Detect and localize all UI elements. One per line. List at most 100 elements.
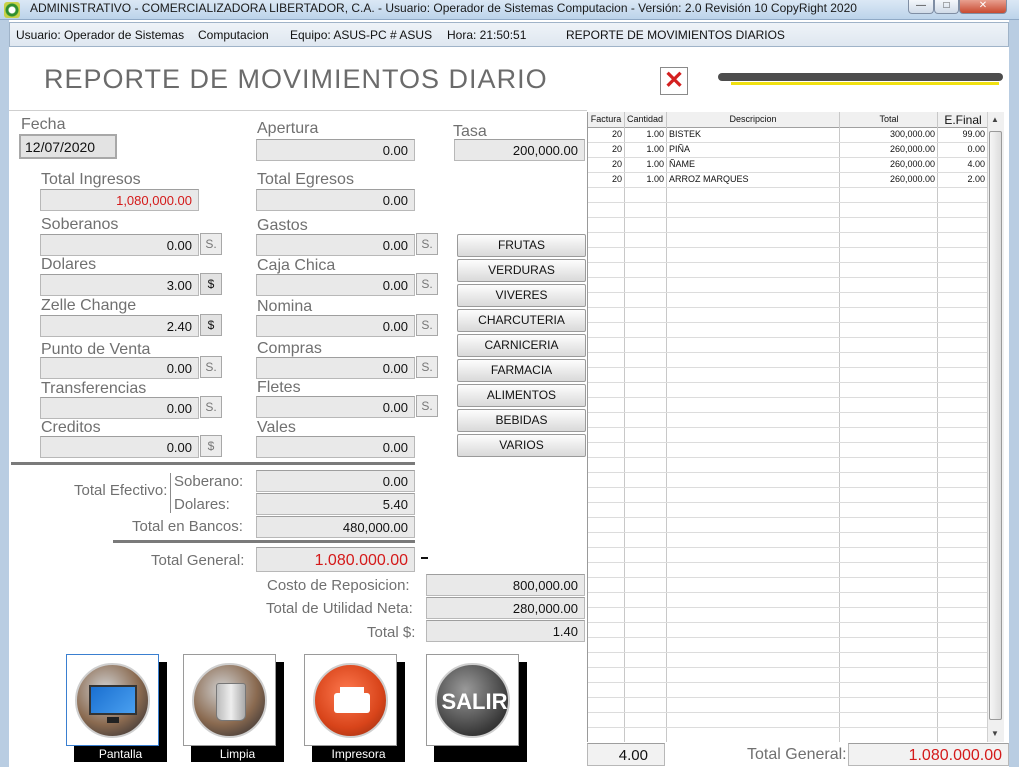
- tasa-field[interactable]: 200,000.00: [454, 139, 585, 161]
- grid-row-line: [588, 232, 987, 233]
- punto-venta-unit: S.: [200, 356, 222, 378]
- grid-row-line: [588, 202, 987, 203]
- close-icon[interactable]: ✕: [660, 67, 688, 95]
- exit-icon: SALIR: [435, 663, 510, 738]
- caja-chica-unit: S.: [416, 273, 438, 295]
- transferencias-label: Transferencias: [41, 380, 147, 397]
- movements-grid[interactable]: Factura Cantidad Descripcion Total E.Fin…: [587, 112, 987, 742]
- punto-venta-field[interactable]: 0.00: [40, 357, 199, 379]
- grid-header-total[interactable]: Total: [840, 114, 938, 124]
- total-bancos-label: Total en Bancos:: [132, 518, 243, 535]
- status-user: Usuario: Operador de Sistemas: [16, 28, 185, 42]
- dolares-total-field[interactable]: 5.40: [256, 493, 415, 515]
- category-button-frutas[interactable]: FRUTAS: [457, 234, 586, 257]
- salir-button[interactable]: SALIR: [426, 654, 519, 746]
- grid-header-descripcion[interactable]: Descripcion: [666, 114, 840, 124]
- gastos-label: Gastos: [257, 217, 308, 234]
- category-button-farmacia[interactable]: FARMACIA: [457, 359, 586, 382]
- grid-header-efinal[interactable]: E.Final: [938, 113, 987, 127]
- soberano-label: Soberano:: [174, 473, 244, 490]
- grid-row-line: [588, 517, 987, 518]
- grid-row-line: [588, 292, 987, 293]
- utilidad-neta-field[interactable]: 280,000.00: [426, 597, 585, 619]
- zelle-field[interactable]: 2.40: [40, 315, 199, 337]
- creditos-field[interactable]: 0.00: [40, 436, 199, 458]
- total-efectivo-label: Total Efectivo:: [74, 482, 168, 499]
- pantalla-button[interactable]: [66, 654, 159, 746]
- status-modulo: REPORTE DE MOVIMIENTOS DIARIOS: [566, 28, 785, 42]
- total-ingresos-label: Total Ingresos: [41, 171, 141, 188]
- category-button-alimentos[interactable]: ALIMENTOS: [457, 384, 586, 407]
- utilidad-neta-label: Total de Utilidad Neta:: [266, 600, 413, 617]
- dolares-total-label: Dolares:: [174, 496, 230, 513]
- category-button-carniceria[interactable]: CARNICERIA: [457, 334, 586, 357]
- grid-header-factura[interactable]: Factura: [588, 114, 624, 124]
- zelle-unit[interactable]: $: [200, 314, 222, 336]
- caja-chica-field[interactable]: 0.00: [256, 274, 415, 296]
- grid-row-line: [588, 157, 987, 158]
- grid-row-line: [588, 307, 987, 308]
- grid-header-cantidad[interactable]: Cantidad: [624, 114, 666, 124]
- maximize-button[interactable]: □: [934, 0, 959, 14]
- costo-reposicion-field[interactable]: 800,000.00: [426, 574, 585, 596]
- category-button-viveres[interactable]: VIVERES: [457, 284, 586, 307]
- caja-chica-label: Caja Chica: [257, 257, 336, 274]
- gastos-field[interactable]: 0.00: [256, 234, 415, 256]
- grid-row-line: [588, 637, 987, 638]
- compras-label: Compras: [257, 340, 322, 357]
- totals-divider: [113, 540, 415, 543]
- grid-row-line: [588, 217, 987, 218]
- grid-row-line: [588, 457, 987, 458]
- total-ingresos-field[interactable]: 1,080,000.00: [40, 189, 199, 211]
- fletes-field[interactable]: 0.00: [256, 396, 415, 418]
- total-egresos-field[interactable]: 0.00: [256, 189, 415, 211]
- grid-row-line: [588, 172, 987, 173]
- category-button-bebidas[interactable]: BEBIDAS: [457, 409, 586, 432]
- grid-row-line: [588, 607, 987, 608]
- dolares-unit[interactable]: $: [200, 273, 222, 295]
- category-button-varios[interactable]: VARIOS: [457, 434, 586, 457]
- scroll-thumb[interactable]: [989, 131, 1002, 720]
- grid-row-line: [588, 397, 987, 398]
- grid-row-line: [588, 472, 987, 473]
- grid-row-line: [588, 322, 987, 323]
- soberanos-unit: S.: [200, 233, 222, 255]
- dolares-field[interactable]: 3.00: [40, 274, 199, 296]
- monitor-icon: [75, 663, 150, 738]
- impresora-button[interactable]: [304, 654, 397, 746]
- grid-row-line: [588, 427, 987, 428]
- transferencias-field[interactable]: 0.00: [40, 397, 199, 419]
- window-frame-left: [0, 20, 9, 767]
- category-button-charcuteria[interactable]: CHARCUTERIA: [457, 309, 586, 332]
- soberanos-field[interactable]: 0.00: [40, 234, 199, 256]
- grid-row-line: [588, 337, 987, 338]
- app-icon: [4, 2, 20, 18]
- cantidad-total-field[interactable]: 4.00: [587, 743, 665, 766]
- nomina-field[interactable]: 0.00: [256, 315, 415, 337]
- zelle-label: Zelle Change: [41, 297, 137, 314]
- gastos-unit: S.: [416, 233, 438, 255]
- progress-bar-accent: [731, 82, 999, 85]
- scroll-up-icon[interactable]: ▲: [991, 115, 999, 124]
- total-general-field[interactable]: 1.080.000.00: [256, 547, 415, 572]
- total-dolar-field[interactable]: 1.40: [426, 620, 585, 642]
- dolares-label: Dolares: [41, 256, 97, 273]
- apertura-field[interactable]: 0.00: [256, 139, 415, 161]
- fecha-field[interactable]: 12/07/2020: [19, 134, 117, 159]
- status-equipo: Equipo: ASUS-PC # ASUS: [290, 28, 433, 42]
- category-button-verduras[interactable]: VERDURAS: [457, 259, 586, 282]
- soberano-total-field[interactable]: 0.00: [256, 470, 415, 492]
- compras-field[interactable]: 0.00: [256, 357, 415, 379]
- grid-row-line: [588, 247, 987, 248]
- window-close-button[interactable]: ✕: [959, 0, 1007, 14]
- window-frame-right: [1009, 20, 1019, 767]
- scroll-down-icon[interactable]: ▼: [991, 729, 999, 738]
- total-bancos-field[interactable]: 480,000.00: [256, 516, 415, 538]
- footer-total-field[interactable]: 1.080.000.00: [848, 743, 1009, 766]
- window-title: ADMINISTRATIVO - COMERCIALIZADORA LIBERT…: [30, 1, 857, 15]
- minimize-button[interactable]: —: [908, 0, 934, 14]
- fecha-label: Fecha: [21, 116, 66, 133]
- vales-field[interactable]: 0.00: [256, 436, 415, 458]
- limpia-button[interactable]: [183, 654, 276, 746]
- nomina-unit: S.: [416, 314, 438, 336]
